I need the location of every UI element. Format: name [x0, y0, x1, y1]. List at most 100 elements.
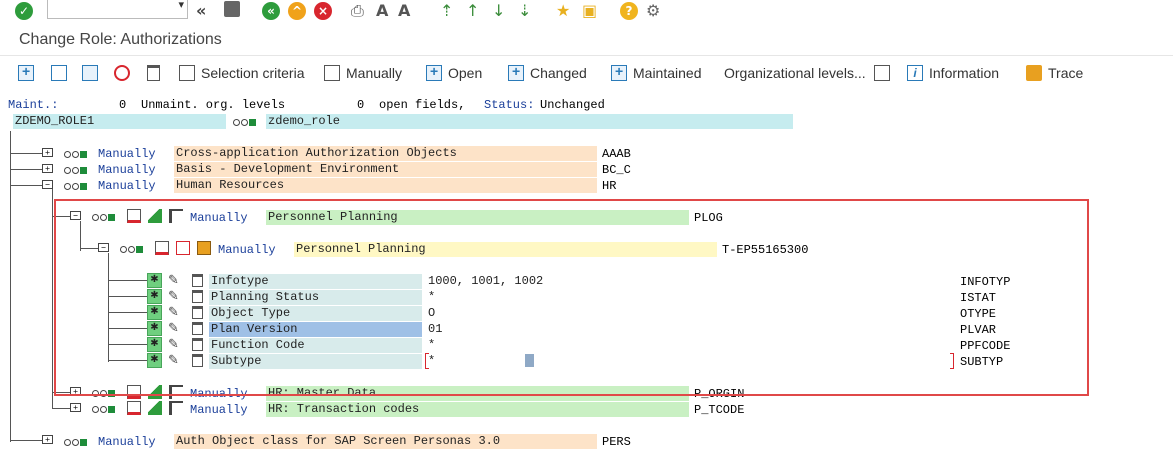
- command-input[interactable]: [48, 0, 168, 18]
- delete-object-icon[interactable]: [127, 401, 141, 415]
- transfer-button[interactable]: [82, 62, 104, 84]
- print-icon[interactable]: ⎙: [351, 1, 364, 21]
- collapse-button[interactable]: [51, 62, 73, 84]
- field-label: Subtype: [209, 354, 422, 369]
- pencil-icon[interactable]: ✎: [168, 338, 179, 352]
- mountain-icon[interactable]: [148, 385, 162, 399]
- field-maintain-icon[interactable]: ✱: [147, 305, 162, 320]
- mountain-icon[interactable]: [148, 401, 162, 415]
- field-value[interactable]: *: [426, 338, 946, 353]
- node-text: Personnel Planning: [266, 210, 689, 225]
- status-button[interactable]: [114, 62, 136, 84]
- pencil-icon[interactable]: ✎: [168, 306, 179, 320]
- list-button[interactable]: [874, 62, 896, 84]
- next-page-icon[interactable]: ↓: [492, 1, 505, 21]
- node-text: Auth Object class for SAP Screen Persona…: [174, 434, 597, 449]
- collapse-node-icon[interactable]: −: [42, 180, 53, 189]
- org-structure-icon[interactable]: [169, 385, 183, 399]
- field-label: Infotype: [209, 274, 422, 289]
- save-icon[interactable]: [224, 1, 240, 17]
- collapse-node-icon[interactable]: −: [98, 243, 109, 252]
- expand-all-button[interactable]: [18, 62, 40, 84]
- node-text: Personnel Planning: [294, 242, 717, 257]
- pencil-icon[interactable]: ✎: [168, 274, 179, 288]
- field-value[interactable]: *: [426, 290, 946, 305]
- open-button[interactable]: Open: [426, 62, 482, 84]
- field-value[interactable]: O: [426, 306, 946, 321]
- document-plus-icon: [179, 65, 195, 81]
- help-icon[interactable]: ?: [620, 2, 638, 20]
- enter-icon[interactable]: ✓: [15, 2, 33, 20]
- chevron-down-icon[interactable]: ▾: [178, 0, 184, 11]
- find-next-icon[interactable]: A: [398, 1, 410, 21]
- tree-line: [108, 360, 147, 361]
- trash-icon[interactable]: [192, 290, 203, 303]
- changed-button[interactable]: Changed: [508, 62, 587, 84]
- pencil-icon[interactable]: ✎: [168, 322, 179, 336]
- org-structure-icon[interactable]: [169, 401, 183, 415]
- back-green-icon[interactable]: «: [262, 2, 280, 20]
- prev-page-icon[interactable]: ↑: [466, 1, 479, 21]
- pencil-icon[interactable]: ✎: [168, 354, 179, 368]
- node-code: HR: [602, 179, 617, 193]
- expand-node-icon[interactable]: +: [42, 435, 53, 444]
- delete-object-icon[interactable]: [127, 209, 141, 223]
- exit-icon[interactable]: ^: [288, 2, 306, 20]
- trash-icon[interactable]: [192, 306, 203, 319]
- field-maintain-icon[interactable]: ✱: [147, 321, 162, 336]
- node-code: PLOG: [694, 211, 723, 225]
- org-levels-button[interactable]: Organizational levels...: [724, 62, 866, 84]
- information-button[interactable]: i Information: [907, 62, 999, 84]
- collapse-node-icon[interactable]: −: [70, 211, 81, 220]
- field-maintain-icon[interactable]: ✱: [147, 337, 162, 352]
- node-code: BC_C: [602, 163, 631, 177]
- delete-object-icon[interactable]: [127, 385, 141, 399]
- field-value[interactable]: 1000, 1001, 1002: [426, 274, 946, 289]
- field-maintain-icon[interactable]: ✱: [147, 273, 162, 288]
- trash-icon[interactable]: [192, 354, 203, 367]
- org-structure-icon[interactable]: [169, 209, 183, 223]
- open-fields-label: open fields,: [379, 98, 466, 112]
- settings-icon[interactable]: ⚙: [646, 1, 660, 21]
- selection-criteria-label: Selection criteria: [201, 65, 305, 81]
- field-label: Planning Status: [209, 290, 422, 305]
- first-page-icon[interactable]: ⇡: [440, 1, 453, 21]
- mode-label: Manually: [98, 179, 156, 193]
- delete-object-icon[interactable]: [155, 241, 169, 255]
- cancel-icon[interactable]: ×: [314, 2, 332, 20]
- field-value[interactable]: 01: [426, 322, 946, 337]
- tree-line: [52, 216, 70, 217]
- shortcut-icon[interactable]: ▣: [582, 1, 597, 21]
- trash-icon[interactable]: [192, 338, 203, 351]
- last-page-icon[interactable]: ⇣: [518, 1, 531, 21]
- back-icon[interactable]: «: [196, 1, 206, 21]
- tree-line: [52, 392, 70, 393]
- trash-icon[interactable]: [192, 322, 203, 335]
- trace-button[interactable]: Trace: [1026, 62, 1083, 84]
- expand-node-icon[interactable]: +: [70, 387, 81, 396]
- status-icon: [64, 165, 87, 175]
- tree-line: [10, 185, 42, 186]
- maintained-button[interactable]: Maintained: [611, 62, 702, 84]
- expand-node-icon[interactable]: +: [42, 164, 53, 173]
- mountain-icon[interactable]: [148, 209, 162, 223]
- trace-icon[interactable]: [197, 241, 211, 255]
- find-icon[interactable]: A: [376, 1, 388, 21]
- trash-icon[interactable]: [192, 274, 203, 287]
- delete-button[interactable]: [147, 62, 166, 84]
- selection-criteria-button[interactable]: Selection criteria: [179, 62, 305, 84]
- field-maintain-icon[interactable]: ✱: [147, 353, 162, 368]
- new-session-icon[interactable]: ★: [556, 1, 570, 21]
- field-code: PLVAR: [960, 323, 997, 337]
- tree-line: [10, 153, 42, 154]
- expand-node-icon[interactable]: +: [42, 148, 53, 157]
- copy-icon[interactable]: [176, 241, 190, 255]
- page-title: Change Role: Authorizations: [19, 31, 222, 48]
- open-label: Open: [448, 65, 483, 81]
- manually-button[interactable]: Manually: [324, 62, 402, 84]
- field-value[interactable]: *: [426, 354, 946, 369]
- expand-node-icon[interactable]: +: [70, 403, 81, 412]
- field-maintain-icon[interactable]: ✱: [147, 289, 162, 304]
- command-field[interactable]: ▾: [47, 0, 188, 19]
- pencil-icon[interactable]: ✎: [168, 290, 179, 304]
